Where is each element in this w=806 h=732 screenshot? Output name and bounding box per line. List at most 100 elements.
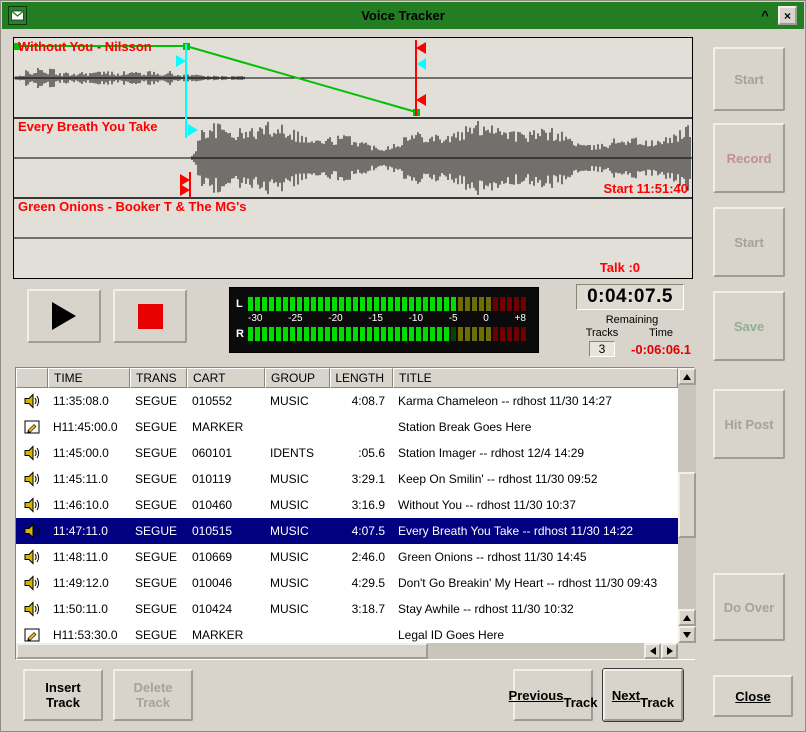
meter-segment — [339, 327, 344, 341]
meter-segment — [339, 297, 344, 311]
previous-track-button[interactable]: Previous Track — [513, 669, 593, 721]
meter-segment — [304, 297, 309, 311]
meter-segment — [423, 297, 428, 311]
record-button[interactable]: Record — [713, 123, 785, 193]
cell-title: Station Break Goes Here — [393, 420, 678, 434]
column-cart-header[interactable]: CART — [187, 368, 265, 388]
window-close-button[interactable]: × — [778, 6, 797, 25]
start-button-2[interactable]: Start — [713, 207, 785, 277]
meter-segment — [430, 327, 435, 341]
column-length-header[interactable]: LENGTH — [330, 368, 393, 388]
vertical-scroll-thumb[interactable] — [678, 472, 696, 538]
log-header: TIME TRANS CART GROUP LENGTH TITLE — [16, 368, 678, 388]
cell-length: 4:29.5 — [330, 576, 393, 590]
cell-trans: SEGUE — [130, 550, 187, 564]
cell-length: 3:18.7 — [330, 602, 393, 616]
stop-button[interactable] — [113, 289, 187, 343]
scroll-left-button[interactable] — [644, 643, 661, 659]
meter-segment — [381, 297, 386, 311]
meter-segment — [430, 297, 435, 311]
meter-segment — [500, 327, 505, 341]
meter-segment — [395, 297, 400, 311]
column-time-header[interactable]: TIME — [48, 368, 130, 388]
cell-group: MUSIC — [265, 394, 330, 408]
cell-time: H11:45:00.0 — [48, 420, 130, 434]
meter-segment — [507, 297, 512, 311]
meter-right-row: R — [236, 326, 532, 342]
horizontal-scrollbar[interactable] — [16, 643, 678, 659]
meter-segment — [402, 297, 407, 311]
meter-segment — [269, 297, 274, 311]
meter-segment — [311, 297, 316, 311]
vertical-scrollbar[interactable] — [678, 368, 696, 643]
meter-tick: 0 — [483, 312, 489, 326]
log-row[interactable]: H11:45:00.0SEGUEMARKER Station Break Goes… — [16, 414, 678, 440]
cell-title: Without You -- rdhost 11/30 10:37 — [393, 498, 678, 512]
scroll-right-button[interactable] — [661, 643, 678, 659]
remaining-panel: Remaining Tracks 3 Time -0:06:06.1 — [573, 314, 691, 357]
cell-cart: 010424 — [187, 602, 265, 616]
cell-group: MUSIC — [265, 524, 330, 538]
column-title-header[interactable]: TITLE — [393, 368, 678, 388]
meter-segment — [409, 297, 414, 311]
meter-segment — [318, 297, 323, 311]
delete-track-button[interactable]: Delete Track — [113, 669, 193, 721]
log-row[interactable]: 11:35:08.0SEGUE010552MUSIC4:08.7Karma Ch… — [16, 388, 678, 414]
meter-segment — [388, 327, 393, 341]
do-over-button[interactable]: Do Over — [713, 573, 785, 641]
level-meter-panel: L -30-25-20-15-10-50+8 R — [229, 287, 539, 353]
meter-segment — [444, 297, 449, 311]
cell-group: MUSIC — [265, 472, 330, 486]
meter-segment — [325, 327, 330, 341]
cell-cart: 010669 — [187, 550, 265, 564]
start-button-1[interactable]: Start — [713, 47, 785, 111]
meter-segment — [479, 297, 484, 311]
hit-post-button[interactable]: Hit Post — [713, 389, 785, 459]
insert-track-button[interactable]: Insert Track — [23, 669, 103, 721]
shade-button[interactable]: ^ — [756, 6, 774, 24]
cell-trans: SEGUE — [130, 628, 187, 642]
arrow-right-icon — [667, 647, 673, 655]
save-button[interactable]: Save — [713, 291, 785, 361]
column-icon-header[interactable] — [16, 368, 48, 388]
close-button[interactable]: Close — [713, 675, 793, 717]
column-group-header[interactable]: GROUP — [265, 368, 330, 388]
log-row[interactable]: H11:53:30.0SEGUEMARKERLegal ID Goes Here — [16, 622, 678, 643]
log-row[interactable]: 11:45:00.0SEGUE060101IDENTS:05.6Station … — [16, 440, 678, 466]
meter-segment — [367, 297, 372, 311]
cell-cart: MARKER — [187, 420, 265, 434]
cell-time: 11:46:10.0 — [48, 498, 130, 512]
scroll-down-button[interactable] — [678, 626, 696, 643]
meter-segment — [493, 297, 498, 311]
meter-segment — [360, 327, 365, 341]
cell-trans: SEGUE — [130, 576, 187, 590]
cell-trans: SEGUE — [130, 420, 187, 434]
meter-segment — [283, 327, 288, 341]
meter-tick: -30 — [248, 312, 262, 326]
meter-segment — [437, 327, 442, 341]
meter-tick: -15 — [368, 312, 382, 326]
meter-segment — [521, 297, 526, 311]
scroll-up-button-2[interactable] — [678, 609, 696, 626]
meter-segment — [409, 327, 414, 341]
scroll-up-button[interactable] — [678, 368, 696, 385]
log-row[interactable]: 11:47:11.0SEGUE010515MUSIC4:07.5Every Br… — [16, 518, 678, 544]
log-row[interactable]: 11:48:11.0SEGUE010669MUSIC2:46.0Green On… — [16, 544, 678, 570]
cell-time: 11:45:11.0 — [48, 472, 130, 486]
log-row[interactable]: 11:50:11.0SEGUE010424MUSIC3:18.7Stay Awh… — [16, 596, 678, 622]
waveform-editor[interactable]: Without You - Nilsson Every Breath You T… — [13, 37, 693, 279]
cell-trans: SEGUE — [130, 446, 187, 460]
cell-time: 11:45:00.0 — [48, 446, 130, 460]
meter-segment — [472, 327, 477, 341]
marker-icon — [16, 627, 48, 643]
meter-segment — [507, 327, 512, 341]
log-row[interactable]: 11:45:11.0SEGUE010119MUSIC3:29.1Keep On … — [16, 466, 678, 492]
log-row[interactable]: 11:46:10.0SEGUE010460MUSIC3:16.9Without … — [16, 492, 678, 518]
log-row[interactable]: 11:49:12.0SEGUE010046MUSIC4:29.5Don't Go… — [16, 570, 678, 596]
next-track-button[interactable]: Next Track — [603, 669, 683, 721]
cell-title: Legal ID Goes Here — [393, 628, 678, 642]
waveform-canvas[interactable] — [14, 38, 692, 278]
play-button[interactable] — [27, 289, 101, 343]
column-trans-header[interactable]: TRANS — [130, 368, 187, 388]
horizontal-scroll-thumb[interactable] — [16, 643, 428, 659]
